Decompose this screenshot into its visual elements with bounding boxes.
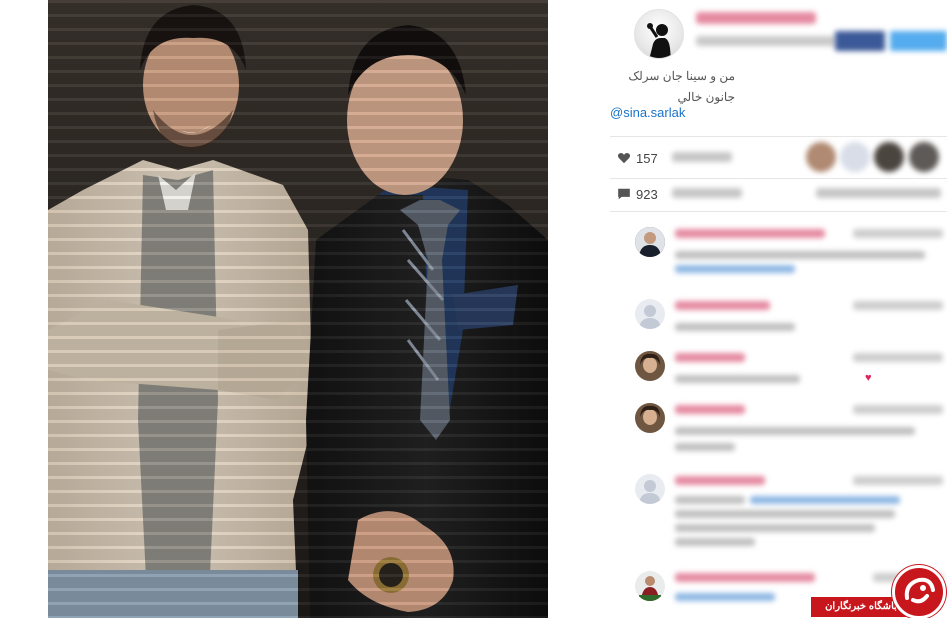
commenter-name-blurred[interactable] (675, 405, 745, 414)
post-photo[interactable] (48, 0, 548, 618)
divider (610, 211, 947, 212)
commenter-name-blurred[interactable] (675, 476, 765, 485)
comment-time-blurred (853, 353, 943, 362)
comment-text-blurred (675, 375, 800, 383)
comment-time-blurred (853, 229, 943, 238)
commenter-avatar[interactable] (635, 571, 665, 601)
comment-text-blurred (675, 524, 875, 532)
commenter-avatar[interactable] (635, 403, 665, 433)
commenter-avatar[interactable] (635, 227, 665, 257)
liker-avatar[interactable] (874, 142, 904, 172)
comment-text-blurred (675, 427, 915, 435)
commenter-avatar[interactable] (635, 351, 665, 381)
comment-text-blurred (675, 496, 745, 504)
comment-text-blurred (675, 538, 755, 546)
post-date-blurred (696, 36, 836, 46)
person-photo-icon (635, 571, 665, 601)
window-blinds (48, 0, 548, 618)
post-sidebar: من و سینا جان سرلک جانون خالي @sina.sarl… (548, 0, 947, 618)
likes-label-blurred (672, 152, 732, 162)
profile-avatar[interactable] (634, 9, 684, 59)
watermark-logo (892, 565, 946, 618)
liker-avatar[interactable] (840, 142, 870, 172)
comment-mention-blurred[interactable] (675, 265, 795, 273)
commenter-name-blurred[interactable] (675, 573, 815, 582)
commenter-name-blurred[interactable] (675, 353, 745, 362)
person-photo-icon (635, 351, 665, 381)
comment-text-blurred (675, 510, 895, 518)
comment-mention-blurred[interactable] (750, 496, 900, 504)
comment-time-blurred (853, 476, 943, 485)
facebook-share-button[interactable] (835, 31, 885, 51)
username-blurred[interactable] (696, 12, 816, 24)
commenter-avatar[interactable] (635, 474, 665, 504)
liker-avatar[interactable] (909, 142, 939, 172)
heart-icon[interactable] (617, 151, 631, 165)
comment-text-blurred (675, 443, 735, 451)
comment-time-blurred (853, 405, 943, 414)
news-agency-logo-icon (904, 577, 935, 604)
commenter-name-blurred[interactable] (675, 301, 770, 310)
show-all-comments-link-blurred[interactable] (816, 188, 941, 198)
speech-bubble-icon[interactable] (617, 187, 631, 201)
caption-line-1: من و سینا جان سرلک (628, 69, 735, 83)
divider (610, 178, 947, 179)
mention-link[interactable]: @sina.sarlak (610, 105, 685, 120)
comment-text-blurred (675, 323, 795, 331)
likes-count: 157 (636, 151, 658, 166)
comment-mention-blurred[interactable] (675, 593, 775, 601)
default-user-icon (639, 480, 661, 504)
microphone-singer-icon (647, 23, 671, 58)
comment-text-blurred (675, 251, 925, 259)
twitter-share-button[interactable] (890, 31, 947, 51)
commenter-avatar[interactable] (635, 299, 665, 329)
comment-time-blurred (853, 301, 943, 310)
commenter-name-blurred[interactable] (675, 229, 825, 238)
comments-label-blurred (672, 188, 742, 198)
comments-count: 923 (636, 187, 658, 202)
person-photo-icon (635, 227, 665, 257)
post-caption: من و سینا جان سرلک جانون خالي (628, 66, 735, 108)
person-photo-icon (635, 403, 665, 433)
heart-emoji-icon: ♥ (865, 372, 872, 384)
liker-avatar[interactable] (806, 142, 836, 172)
default-user-icon (639, 305, 661, 329)
divider (610, 136, 947, 137)
